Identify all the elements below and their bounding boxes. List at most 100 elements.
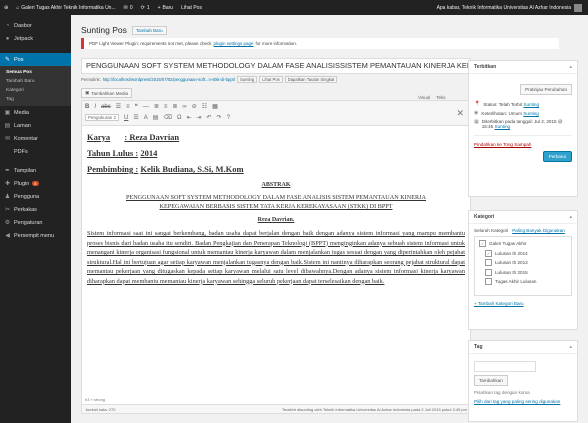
submenu-kategori[interactable]: Kategori xyxy=(0,86,71,95)
calendar-icon: ▦ xyxy=(474,119,479,125)
toggle-arrow-icon[interactable]: ▴ xyxy=(569,341,572,353)
bold-icon[interactable]: B xyxy=(85,104,89,110)
plugin-icon: ✚ xyxy=(4,181,11,187)
sidebar-item-jetpack[interactable]: ● Jetpack xyxy=(0,32,71,45)
settings-icon: ⚙ xyxy=(4,220,11,226)
undo-icon[interactable]: ↶ xyxy=(207,114,212,121)
align-left-icon[interactable]: ≣ xyxy=(154,103,159,110)
sidebar-item-dasbor[interactable]: ◔ Dasbor xyxy=(0,19,71,32)
sidebar-item-media[interactable]: ▣ Media xyxy=(0,106,71,119)
sidebar-collapse-menu[interactable]: ◀ Persempit menu xyxy=(0,229,71,242)
strikethrough-icon[interactable]: abc xyxy=(101,104,111,110)
format-select[interactable]: Pengukuran 2 xyxy=(85,114,120,121)
edit-visibility-link[interactable]: Sunting xyxy=(523,111,539,116)
justify-icon[interactable]: ☰ xyxy=(133,114,138,121)
sidebar-item-pengguna[interactable]: ♟ Pengguna xyxy=(0,190,71,203)
get-shortlink-button[interactable]: Dapatkan Tautan Singkat xyxy=(284,76,338,83)
category-item[interactable]: ✓ Galeri Tugas Akhir xyxy=(479,240,567,247)
indent-icon[interactable]: ⇥ xyxy=(196,114,201,121)
admin-bar: ⊕ ⌂ Galeri Tugas Akhir Teknik Informatik… xyxy=(0,0,588,15)
editor-content[interactable]: Karya : Reza Davrian Tahun Lulus : 2014 … xyxy=(82,126,470,300)
sidebar-item-pdfs[interactable]: PDFs xyxy=(0,145,71,158)
new-content-link[interactable]: + Baru xyxy=(154,5,177,11)
sidebar-item-tampilan[interactable]: ✒ Tampilan xyxy=(0,164,71,177)
permalink-url[interactable]: http://localhost/wordpress/2015/07/02/pe… xyxy=(103,77,235,82)
category-item[interactable]: Lulusan th 2013 xyxy=(485,259,567,266)
comments-link[interactable]: ✉ 0 xyxy=(120,5,137,11)
move-to-trash-link[interactable]: Pindahkan ke Tong Sampah xyxy=(474,142,531,147)
outdent-icon[interactable]: ⇤ xyxy=(186,114,191,121)
help-icon[interactable]: ? xyxy=(227,115,230,121)
sidebar-item-plugin[interactable]: ✚ Plugin 6 xyxy=(0,177,71,190)
view-post-button[interactable]: Lihat Pos xyxy=(259,76,283,83)
add-category-link[interactable]: + Tambah Kategori Baru xyxy=(474,301,524,306)
choose-tags-link[interactable]: Pilih dari tag yang paling sering diguna… xyxy=(474,399,560,404)
view-post-link[interactable]: Lihat Pos xyxy=(177,5,206,11)
tags-box: Tag ▴ Tambahkan Pisahkan tag dengan koma… xyxy=(468,340,578,422)
plugin-settings-link[interactable]: plugin settings page xyxy=(213,41,253,46)
align-center-icon[interactable]: ≡ xyxy=(164,104,168,110)
align-right-icon[interactable]: ≣ xyxy=(172,103,177,110)
tab-all-categories[interactable]: Seluruh Kategori xyxy=(474,228,508,233)
edit-permalink-button[interactable]: Sunting xyxy=(237,76,258,83)
checkbox[interactable] xyxy=(485,278,492,285)
horizontal-line-icon[interactable]: — xyxy=(143,104,149,110)
toggle-arrow-icon[interactable]: ▴ xyxy=(569,61,572,73)
clear-format-icon[interactable]: ⌫ xyxy=(163,114,171,121)
italic-icon[interactable]: I xyxy=(94,104,96,110)
redo-icon[interactable]: ↷ xyxy=(217,114,222,121)
post-title-input[interactable]: PENGGUNAAN SOFT SYSTEM METHODOLOGY DALAM… xyxy=(81,58,471,74)
submenu-semua-pos[interactable]: Semua Pos xyxy=(0,68,71,77)
blockquote-icon[interactable]: ❝ xyxy=(135,103,138,110)
checkbox[interactable]: ✓ xyxy=(479,240,486,247)
sidebar-item-pengaturan[interactable]: ⚙ Pengaturan xyxy=(0,216,71,229)
toolbar-toggle-icon[interactable]: ▦ xyxy=(212,103,218,110)
tag-input[interactable] xyxy=(474,361,536,372)
sidebar-item-pos[interactable]: ✎ Pos xyxy=(0,53,71,66)
edit-date-link[interactable]: Sunting xyxy=(495,124,511,129)
submenu-tambah-baru[interactable]: Tambah Baru xyxy=(0,77,71,86)
add-media-button[interactable]: ▣ Tambahkan Media xyxy=(81,88,133,98)
text-color-icon[interactable]: A xyxy=(144,115,148,121)
bullet-list-icon[interactable]: ☰ xyxy=(116,103,121,110)
updates-link[interactable]: ⟳ 1 xyxy=(137,5,154,11)
add-new-button[interactable]: Tambah Baru xyxy=(131,25,167,35)
paste-text-icon[interactable]: ▤ xyxy=(153,114,159,121)
special-char-icon[interactable]: Ω xyxy=(177,115,182,121)
edit-status-link[interactable]: Sunting xyxy=(523,102,539,107)
plugin-update-badge: 6 xyxy=(32,181,39,186)
checkbox[interactable] xyxy=(485,268,492,276)
tab-popular-categories[interactable]: Paling Banyak Digunakan xyxy=(512,228,565,233)
unlink-icon[interactable]: ⊘ xyxy=(192,103,197,110)
close-icon[interactable]: ✕ xyxy=(456,108,464,119)
admin-sidebar: ◔ Dasbor ● Jetpack ✎ Pos Semua Pos Tambah B… xyxy=(0,15,71,423)
numbered-list-icon[interactable]: ≡ xyxy=(126,104,130,110)
post-editor[interactable]: B I abc ☰ ≡ ❝ — ≣ ≡ ≣ ∞ ⊘ ☷ ▦ Pengukuran… xyxy=(81,100,471,414)
categories-box: Kategori ▴ Seluruh Kategori Paling Banya… xyxy=(468,210,578,330)
avatar xyxy=(574,3,582,12)
account-menu[interactable]: Apa kabar, Teknik Informatika Universita… xyxy=(433,3,588,12)
media-icon: ▣ xyxy=(85,90,90,95)
category-item[interactable]: Lulusan th 2015 xyxy=(485,268,567,276)
comment-icon: ✉ xyxy=(4,136,11,142)
pin-icon: ✎ xyxy=(4,57,11,63)
wp-logo-icon[interactable]: ⊕ xyxy=(0,5,12,11)
appearance-icon: ✒ xyxy=(4,168,11,174)
category-item[interactable]: Tugas Akhir Lulusan xyxy=(485,278,567,285)
preview-changes-button[interactable]: Pratinjau Perubahan xyxy=(520,84,572,95)
sidebar-item-komentar[interactable]: ✉ Komentar xyxy=(0,132,71,145)
more-tag-icon[interactable]: ☷ xyxy=(202,103,207,110)
submenu-tag[interactable]: Tag xyxy=(0,95,71,104)
toggle-arrow-icon[interactable]: ▴ xyxy=(569,211,572,223)
link-icon[interactable]: ∞ xyxy=(182,104,186,110)
word-count: Jumlah kata: 270 xyxy=(85,406,116,412)
category-item[interactable]: ✓ Lulusan th 2014 xyxy=(485,249,567,257)
update-button[interactable]: Perbarui xyxy=(542,151,572,162)
sidebar-item-perkakas[interactable]: ✂ Perkakas xyxy=(0,203,71,216)
checkbox[interactable]: ✓ xyxy=(485,249,492,257)
add-tag-button[interactable]: Tambahkan xyxy=(474,375,508,386)
sidebar-item-laman[interactable]: ▤ Laman xyxy=(0,119,71,132)
checkbox[interactable] xyxy=(485,259,492,266)
site-name-link[interactable]: ⌂ Galeri Tugas Akhir Teknik Informatika … xyxy=(12,5,119,11)
underline-icon[interactable]: U xyxy=(124,115,128,121)
